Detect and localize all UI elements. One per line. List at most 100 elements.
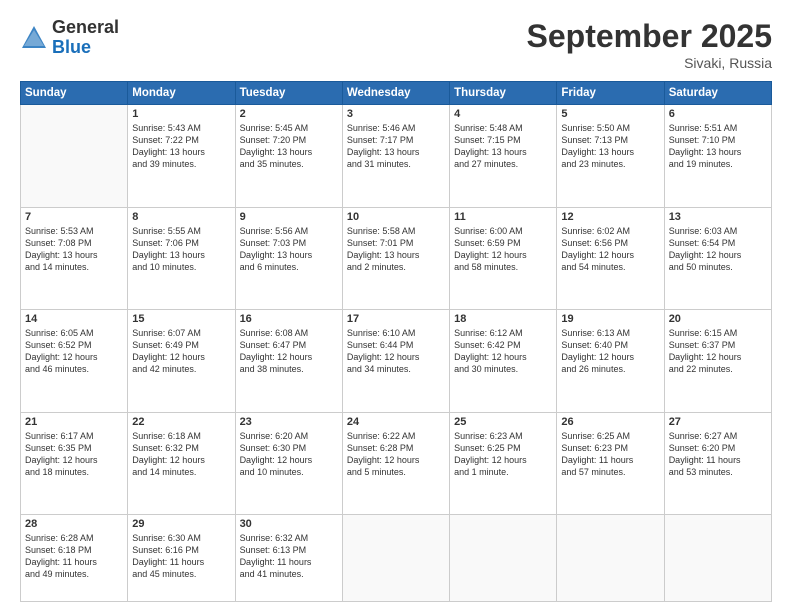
- day-number: 15: [132, 313, 230, 325]
- day-number: 6: [669, 108, 767, 120]
- calendar-cell: 28Sunrise: 6:28 AM Sunset: 6:18 PM Dayli…: [21, 515, 128, 602]
- logo-blue: Blue: [52, 38, 119, 58]
- cell-text: Sunrise: 6:30 AM Sunset: 6:16 PM Dayligh…: [132, 532, 230, 581]
- calendar-cell: 1Sunrise: 5:43 AM Sunset: 7:22 PM Daylig…: [128, 105, 235, 208]
- cell-text: Sunrise: 6:08 AM Sunset: 6:47 PM Dayligh…: [240, 327, 338, 376]
- calendar-table: SundayMondayTuesdayWednesdayThursdayFrid…: [20, 81, 772, 602]
- cell-text: Sunrise: 5:51 AM Sunset: 7:10 PM Dayligh…: [669, 122, 767, 171]
- day-number: 29: [132, 518, 230, 530]
- calendar-cell: 24 Sunrise: 6:22 AM Sunset: 6:28 PM Dayli…: [342, 412, 449, 515]
- day-header-saturday: Saturday: [664, 82, 771, 105]
- cell-text: Sunrise: 5:48 AM Sunset: 7:15 PM Dayligh…: [454, 122, 552, 171]
- calendar-cell: 22 Sunrise: 6:18 AM Sunset: 6:32 PM Dayli…: [128, 412, 235, 515]
- day-number: 10: [347, 211, 445, 223]
- day-header-wednesday: Wednesday: [342, 82, 449, 105]
- day-number: 30: [240, 518, 338, 530]
- day-number: 2: [240, 108, 338, 120]
- day-number: 27: [669, 416, 767, 428]
- calendar-cell: [557, 515, 664, 602]
- logo-icon: [20, 24, 48, 52]
- calendar-cell: 4 Sunrise: 5:48 AM Sunset: 7:15 PM Daylig…: [450, 105, 557, 208]
- calendar-cell: 20 Sunrise: 6:15 AM Sunset: 6:37 PM Dayli…: [664, 310, 771, 413]
- cell-text: Sunrise: 6:25 AM Sunset: 6:23 PM Dayligh…: [561, 430, 659, 479]
- cell-text: Sunrise: 6:18 AM Sunset: 6:32 PM Dayligh…: [132, 430, 230, 479]
- day-number: 13: [669, 211, 767, 223]
- day-number: 21: [25, 416, 123, 428]
- day-number: 14: [25, 313, 123, 325]
- title-block: September 2025 Sivaki, Russia: [527, 18, 772, 71]
- cell-text: Sunrise: 6:23 AM Sunset: 6:25 PM Dayligh…: [454, 430, 552, 479]
- cell-text: Sunrise: 6:00 AM Sunset: 6:59 PM Dayligh…: [454, 225, 552, 274]
- day-number: 11: [454, 211, 552, 223]
- calendar-cell: 3Sunrise: 5:46 AM Sunset: 7:17 PM Daylig…: [342, 105, 449, 208]
- day-number: 12: [561, 211, 659, 223]
- page-header: General Blue September 2025 Sivaki, Russ…: [20, 18, 772, 71]
- calendar-cell: 19Sunrise: 6:13 AM Sunset: 6:40 PM Dayli…: [557, 310, 664, 413]
- calendar-cell: 11 Sunrise: 6:00 AM Sunset: 6:59 PM Dayli…: [450, 207, 557, 310]
- day-number: 20: [669, 313, 767, 325]
- calendar-cell: 7 Sunrise: 5:53 AM Sunset: 7:08 PM Daylig…: [21, 207, 128, 310]
- calendar-cell: 26 Sunrise: 6:25 AM Sunset: 6:23 PM Dayli…: [557, 412, 664, 515]
- month-title: September 2025: [527, 18, 772, 55]
- calendar-cell: 10 Sunrise: 5:58 AM Sunset: 7:01 PM Dayli…: [342, 207, 449, 310]
- cell-text: Sunrise: 5:55 AM Sunset: 7:06 PM Dayligh…: [132, 225, 230, 274]
- day-number: 25: [454, 416, 552, 428]
- cell-text: Sunrise: 5:56 AM Sunset: 7:03 PM Dayligh…: [240, 225, 338, 274]
- calendar-cell: 2 Sunrise: 5:45 AM Sunset: 7:20 PM Daylig…: [235, 105, 342, 208]
- calendar-cell: 17 Sunrise: 6:10 AM Sunset: 6:44 PM Dayli…: [342, 310, 449, 413]
- cell-text: Sunrise: 5:45 AM Sunset: 7:20 PM Dayligh…: [240, 122, 338, 171]
- cell-text: Sunrise: 6:22 AM Sunset: 6:28 PM Dayligh…: [347, 430, 445, 479]
- cell-text: Sunrise: 6:20 AM Sunset: 6:30 PM Dayligh…: [240, 430, 338, 479]
- calendar-week-row: 14 Sunrise: 6:05 AM Sunset: 6:52 PM Dayli…: [21, 310, 772, 413]
- cell-text: Sunrise: 6:03 AM Sunset: 6:54 PM Dayligh…: [669, 225, 767, 274]
- day-number: 17: [347, 313, 445, 325]
- day-number: 22: [132, 416, 230, 428]
- cell-text: Sunrise: 6:17 AM Sunset: 6:35 PM Dayligh…: [25, 430, 123, 479]
- calendar-cell: 6 Sunrise: 5:51 AM Sunset: 7:10 PM Daylig…: [664, 105, 771, 208]
- day-number: 23: [240, 416, 338, 428]
- calendar-cell: 5 Sunrise: 5:50 AM Sunset: 7:13 PM Daylig…: [557, 105, 664, 208]
- day-number: 5: [561, 108, 659, 120]
- calendar-week-row: 21 Sunrise: 6:17 AM Sunset: 6:35 PM Dayli…: [21, 412, 772, 515]
- calendar-cell: 30 Sunrise: 6:32 AM Sunset: 6:13 PM Dayli…: [235, 515, 342, 602]
- cell-text: Sunrise: 5:50 AM Sunset: 7:13 PM Dayligh…: [561, 122, 659, 171]
- day-header-friday: Friday: [557, 82, 664, 105]
- cell-text: Sunrise: 6:28 AM Sunset: 6:18 PM Dayligh…: [25, 532, 123, 581]
- location: Sivaki, Russia: [527, 55, 772, 71]
- cell-text: Sunrise: 5:46 AM Sunset: 7:17 PM Dayligh…: [347, 122, 445, 171]
- day-number: 9: [240, 211, 338, 223]
- calendar-header-row: SundayMondayTuesdayWednesdayThursdayFrid…: [21, 82, 772, 105]
- calendar-cell: 25 Sunrise: 6:23 AM Sunset: 6:25 PM Dayli…: [450, 412, 557, 515]
- day-header-sunday: Sunday: [21, 82, 128, 105]
- calendar-cell: 27 Sunrise: 6:27 AM Sunset: 6:20 PM Dayli…: [664, 412, 771, 515]
- calendar-cell: 12 Sunrise: 6:02 AM Sunset: 6:56 PM Dayli…: [557, 207, 664, 310]
- cell-text: Sunrise: 6:10 AM Sunset: 6:44 PM Dayligh…: [347, 327, 445, 376]
- calendar-week-row: 1Sunrise: 5:43 AM Sunset: 7:22 PM Daylig…: [21, 105, 772, 208]
- day-number: 7: [25, 211, 123, 223]
- calendar-cell: 23 Sunrise: 6:20 AM Sunset: 6:30 PM Dayli…: [235, 412, 342, 515]
- calendar-cell: 15Sunrise: 6:07 AM Sunset: 6:49 PM Dayli…: [128, 310, 235, 413]
- cell-text: Sunrise: 6:05 AM Sunset: 6:52 PM Dayligh…: [25, 327, 123, 376]
- cell-text: Sunrise: 6:32 AM Sunset: 6:13 PM Dayligh…: [240, 532, 338, 581]
- cell-text: Sunrise: 6:15 AM Sunset: 6:37 PM Dayligh…: [669, 327, 767, 376]
- calendar-cell: [450, 515, 557, 602]
- day-number: 8: [132, 211, 230, 223]
- day-number: 1: [132, 108, 230, 120]
- day-number: 26: [561, 416, 659, 428]
- calendar-cell: 14 Sunrise: 6:05 AM Sunset: 6:52 PM Dayli…: [21, 310, 128, 413]
- calendar-week-row: 7 Sunrise: 5:53 AM Sunset: 7:08 PM Daylig…: [21, 207, 772, 310]
- calendar-cell: 16 Sunrise: 6:08 AM Sunset: 6:47 PM Dayli…: [235, 310, 342, 413]
- day-number: 24: [347, 416, 445, 428]
- calendar-cell: [21, 105, 128, 208]
- calendar-cell: 29 Sunrise: 6:30 AM Sunset: 6:16 PM Dayli…: [128, 515, 235, 602]
- day-header-tuesday: Tuesday: [235, 82, 342, 105]
- day-number: 4: [454, 108, 552, 120]
- calendar-week-row: 28Sunrise: 6:28 AM Sunset: 6:18 PM Dayli…: [21, 515, 772, 602]
- day-header-thursday: Thursday: [450, 82, 557, 105]
- cell-text: Sunrise: 6:27 AM Sunset: 6:20 PM Dayligh…: [669, 430, 767, 479]
- cell-text: Sunrise: 6:12 AM Sunset: 6:42 PM Dayligh…: [454, 327, 552, 376]
- cell-text: Sunrise: 6:02 AM Sunset: 6:56 PM Dayligh…: [561, 225, 659, 274]
- cell-text: Sunrise: 5:53 AM Sunset: 7:08 PM Dayligh…: [25, 225, 123, 274]
- day-number: 16: [240, 313, 338, 325]
- cell-text: Sunrise: 5:58 AM Sunset: 7:01 PM Dayligh…: [347, 225, 445, 274]
